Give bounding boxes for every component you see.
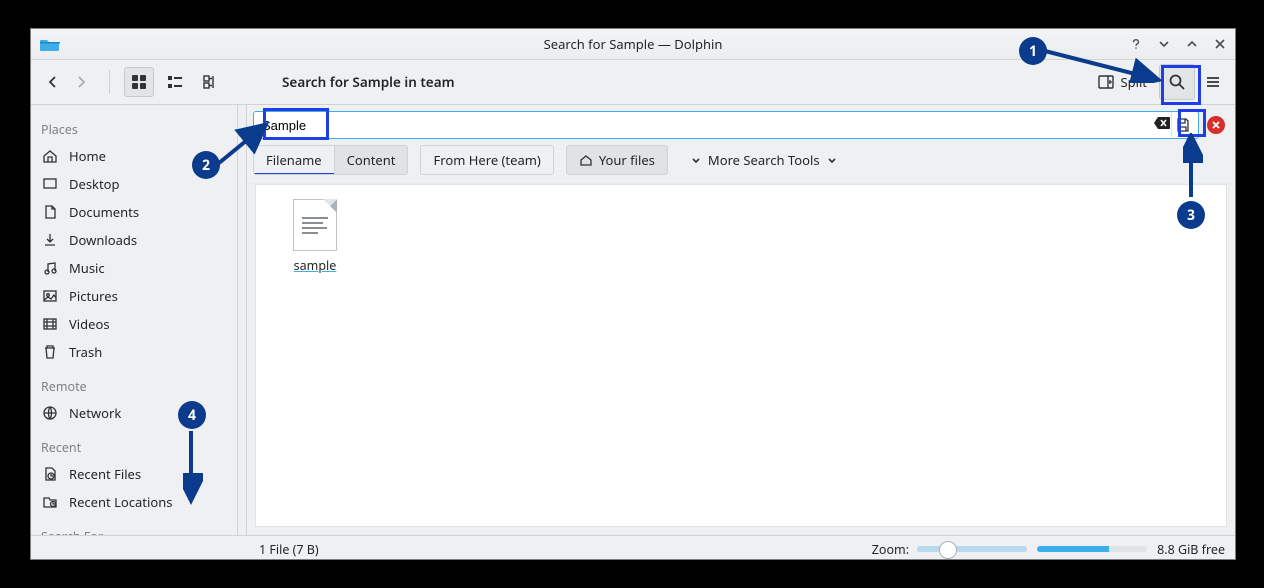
home-icon <box>579 153 593 167</box>
sidebar-item-label: Downloads <box>69 231 137 249</box>
annotation-badge-4: 4 <box>178 401 206 429</box>
help-button[interactable] <box>1127 35 1145 53</box>
file-item[interactable]: sample <box>270 199 360 274</box>
videos-icon <box>41 315 59 333</box>
search-input[interactable] <box>260 117 1153 134</box>
hamburger-icon <box>1205 74 1221 90</box>
sidebar-item-documents[interactable]: Documents <box>31 198 237 226</box>
zoom-label: Zoom: <box>872 541 909 558</box>
annotation-badge-2: 2 <box>192 151 220 179</box>
recent-locations-icon <box>41 493 59 511</box>
filter-content[interactable]: Content <box>334 146 408 174</box>
minimize-button[interactable] <box>1155 35 1173 53</box>
annotation-badge-1: 1 <box>1019 37 1047 65</box>
sidebar-item-label: Documents <box>69 203 139 221</box>
filter-from-here[interactable]: From Here (team) <box>420 145 553 175</box>
status-summary: 1 File (7 B) <box>259 541 319 558</box>
titlebar: Search for Sample — Dolphin <box>31 29 1235 60</box>
icons-view-button[interactable] <box>124 67 154 97</box>
sidebar-item-label: Music <box>69 259 105 277</box>
filter-label: Your files <box>599 151 655 169</box>
hamburger-menu-button[interactable] <box>1199 68 1227 96</box>
close-button[interactable] <box>1211 35 1229 53</box>
places-header: Places <box>31 117 237 142</box>
sidebar-item-label: Recent Files <box>69 465 141 483</box>
search-filter-row: Filename Content From Here (team) Your f… <box>247 143 1235 184</box>
filter-filename[interactable]: Filename <box>254 146 334 174</box>
clear-search-button[interactable] <box>1153 115 1171 135</box>
trash-icon <box>41 343 59 361</box>
sidebar-item-label: Home <box>69 147 106 165</box>
free-space: 8.8 GiB free <box>1157 541 1225 558</box>
breadcrumb[interactable]: Search for Sample in team <box>282 73 455 91</box>
split-icon <box>1098 74 1114 90</box>
sidebar-item-network[interactable]: Network <box>31 399 237 427</box>
search-toolbar-button[interactable] <box>1159 64 1195 100</box>
sidebar-item-recent-files[interactable]: Recent Files <box>31 460 237 488</box>
sidebar-resize-handle[interactable] <box>238 105 247 535</box>
sidebar-item-music[interactable]: Music <box>31 254 237 282</box>
zoom-slider[interactable] <box>917 546 1027 552</box>
sidebar-item-videos[interactable]: Videos <box>31 310 237 338</box>
desktop-icon <box>41 175 59 193</box>
details-view-button[interactable] <box>196 67 226 97</box>
searchfor-header: Search For <box>31 524 237 535</box>
window-title: Search for Sample — Dolphin <box>31 35 1235 53</box>
split-button[interactable]: Split <box>1090 69 1155 95</box>
sidebar-item-downloads[interactable]: Downloads <box>31 226 237 254</box>
network-icon <box>41 404 59 422</box>
sidebar-item-trash[interactable]: Trash <box>31 338 237 366</box>
back-button[interactable] <box>39 68 67 96</box>
file-name: sample <box>294 257 337 274</box>
dolphin-window: Search for Sample — Dolphin Search for S… <box>30 28 1236 560</box>
sidebar-item-label: Trash <box>69 343 102 361</box>
toolbar: Search for Sample in team Split <box>31 60 1235 105</box>
backspace-icon <box>1153 115 1171 131</box>
sidebar-item-label: Desktop <box>69 175 120 193</box>
recent-header: Recent <box>31 435 237 460</box>
downloads-icon <box>41 231 59 249</box>
capacity-bar <box>1037 546 1147 552</box>
sidebar-item-label: Videos <box>69 315 110 333</box>
compact-view-button[interactable] <box>160 67 190 97</box>
remote-header: Remote <box>31 374 237 399</box>
sidebar-item-label: Network <box>69 404 121 422</box>
chevron-down-icon <box>826 154 838 166</box>
music-icon <box>41 259 59 277</box>
sidebar-item-label: Pictures <box>69 287 118 305</box>
recent-files-icon <box>41 465 59 483</box>
forward-button[interactable] <box>67 68 95 96</box>
maximize-button[interactable] <box>1183 35 1201 53</box>
annotation-badge-3: 3 <box>1177 201 1205 229</box>
save-icon <box>1175 117 1191 133</box>
close-search-button[interactable] <box>1207 116 1225 134</box>
more-search-tools[interactable]: More Search Tools <box>680 146 848 174</box>
text-file-icon <box>293 199 337 251</box>
save-search-button[interactable] <box>1171 112 1194 138</box>
pictures-icon <box>41 287 59 305</box>
files-view[interactable]: sample <box>255 184 1227 527</box>
sidebar-item-pictures[interactable]: Pictures <box>31 282 237 310</box>
filter-your-files[interactable]: Your files <box>566 145 668 175</box>
search-type-group: Filename Content <box>253 145 408 175</box>
close-icon <box>1211 120 1221 130</box>
documents-icon <box>41 203 59 221</box>
sidebar-item-recent-locations[interactable]: Recent Locations <box>31 488 237 516</box>
search-field[interactable] <box>253 111 1199 139</box>
main-area: Filename Content From Here (team) Your f… <box>247 105 1235 535</box>
home-icon <box>41 147 59 165</box>
status-bar: 1 File (7 B) Zoom: 8.8 GiB free <box>31 535 1235 562</box>
sidebar-item-label: Recent Locations <box>69 493 172 511</box>
chevron-down-icon <box>690 154 702 166</box>
more-tools-label: More Search Tools <box>708 151 820 169</box>
split-label: Split <box>1120 73 1147 91</box>
search-icon <box>1168 73 1186 91</box>
